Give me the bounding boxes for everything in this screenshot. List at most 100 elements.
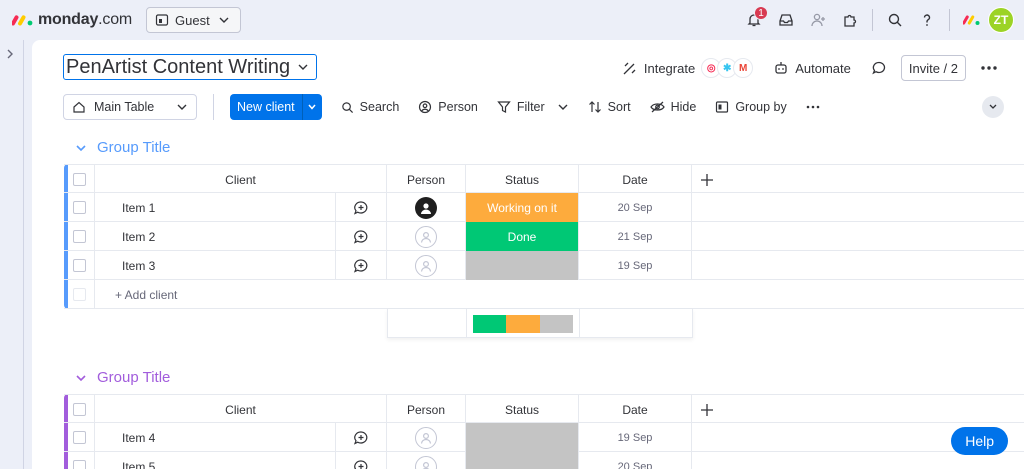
status-cell[interactable]: Done [466,222,579,251]
collapse-header-button[interactable] [982,96,1004,118]
status-battery[interactable] [467,309,580,338]
integrate-button[interactable]: Integrate ◎ ✱ M [616,58,759,78]
help-button[interactable]: Help [951,427,1008,455]
status-cell[interactable] [466,423,579,452]
add-item-button[interactable]: + Add client [95,280,1024,309]
row-checkbox[interactable] [72,259,86,272]
search-label: Search [359,100,400,114]
inbox-button[interactable] [770,4,802,36]
column-header-client[interactable]: Client [95,165,387,194]
invite-members-button[interactable] [802,4,834,36]
new-item-dropdown[interactable] [301,94,322,120]
add-update-button[interactable] [335,452,387,469]
date-cell[interactable]: 20 Sep [579,452,692,469]
table-row[interactable]: Item 5 20 Sep [64,452,1024,469]
chevron-down-icon[interactable] [75,374,87,382]
add-update-button[interactable] [335,222,387,251]
date-cell[interactable]: 19 Sep [579,423,692,452]
status-cell[interactable] [466,251,579,280]
person-filter-button[interactable]: Person [418,100,478,114]
workspace-icon [155,14,169,26]
date-cell[interactable]: 21 Sep [579,222,692,251]
add-update-button[interactable] [335,251,387,280]
add-column-button[interactable] [692,165,992,194]
column-header-date[interactable]: Date [579,165,692,194]
search-button[interactable]: Search [341,100,400,114]
user-avatar[interactable]: ZT [988,7,1014,33]
row-select-cell[interactable] [64,251,95,280]
column-header-date[interactable]: Date [579,395,692,424]
person-cell[interactable] [387,222,466,251]
person-cell[interactable] [387,251,466,280]
add-update-icon [353,430,368,445]
group-title[interactable]: Group Title [97,369,170,386]
new-item-label[interactable]: New client [230,94,302,120]
filter-button[interactable]: Filter [497,100,569,114]
select-all-cell[interactable] [64,165,95,194]
integrate-icon [623,62,636,75]
new-item-button[interactable]: New client [230,94,322,120]
select-all-checkbox[interactable] [72,173,86,186]
view-selector[interactable]: Main Table [63,94,197,120]
help-center-button[interactable] [911,4,943,36]
table-row[interactable]: Item 2 Done 21 Sep [64,222,1024,251]
person-cell[interactable] [387,423,466,452]
table-row[interactable]: Item 1 Working on it 20 Sep [64,193,1024,222]
product-switcher[interactable] [956,4,988,36]
select-all-checkbox[interactable] [72,403,86,416]
row-select-cell[interactable] [64,452,95,469]
monday-logo[interactable]: monday.com [12,11,132,29]
row-select-cell[interactable] [64,193,95,222]
invite-button[interactable]: Invite / 2 [900,55,966,81]
item-name[interactable]: Item 4 [95,423,335,452]
row-checkbox[interactable] [72,431,86,444]
date-cell[interactable]: 19 Sep [579,251,692,280]
item-name[interactable]: Item 3 [95,251,335,280]
updates-button[interactable] [865,60,893,76]
add-update-button[interactable] [335,423,387,452]
column-header-person[interactable]: Person [387,165,466,194]
select-all-cell[interactable] [64,395,95,424]
automate-button[interactable]: Automate [767,60,857,76]
notifications-button[interactable]: 1 [738,4,770,36]
column-header-person[interactable]: Person [387,395,466,424]
item-name[interactable]: Item 2 [95,222,335,251]
group-header[interactable]: Group Title [75,139,170,156]
date-cell[interactable]: 20 Sep [579,193,692,222]
table-row[interactable]: Item 4 19 Sep [64,423,1024,452]
status-cell[interactable] [466,452,579,469]
row-select-cell[interactable] [64,222,95,251]
row-checkbox[interactable] [72,201,86,214]
column-header-client[interactable]: Client [95,395,387,424]
chevron-down-icon[interactable] [75,144,87,152]
apps-button[interactable] [834,4,866,36]
status-cell[interactable]: Working on it [466,193,579,222]
workspace-switcher[interactable]: Guest [146,7,241,33]
row-checkbox[interactable] [72,460,86,469]
group-title[interactable]: Group Title [97,139,170,156]
row-checkbox[interactable] [72,230,86,243]
more-dots-icon [981,66,997,70]
toolbar-more-button[interactable] [806,105,820,109]
board-title-field[interactable]: PenArtist Content Writing [63,54,318,80]
column-header-status[interactable]: Status [466,165,579,194]
more-actions-button[interactable] [974,65,1004,71]
expand-sidebar-button[interactable] [5,48,15,63]
column-header-status[interactable]: Status [466,395,579,424]
group-by-button[interactable]: Group by [715,100,787,114]
add-column-button[interactable] [692,395,992,424]
item-name[interactable]: Item 5 [95,452,335,469]
row-select-cell[interactable] [64,423,95,452]
add-update-button[interactable] [335,193,387,222]
person-icon [419,100,432,114]
search-everything-button[interactable] [879,4,911,36]
person-cell[interactable] [387,452,466,469]
group-header[interactable]: Group Title [75,369,170,386]
monday-logo-icon [12,15,33,26]
item-name[interactable]: Item 1 [95,193,335,222]
table-row[interactable]: Item 3 19 Sep [64,251,1024,280]
table-header-row: Client Person Status Date [64,164,1024,194]
person-cell[interactable] [387,193,466,222]
sort-button[interactable]: Sort [588,100,631,114]
hide-button[interactable]: Hide [649,100,696,114]
